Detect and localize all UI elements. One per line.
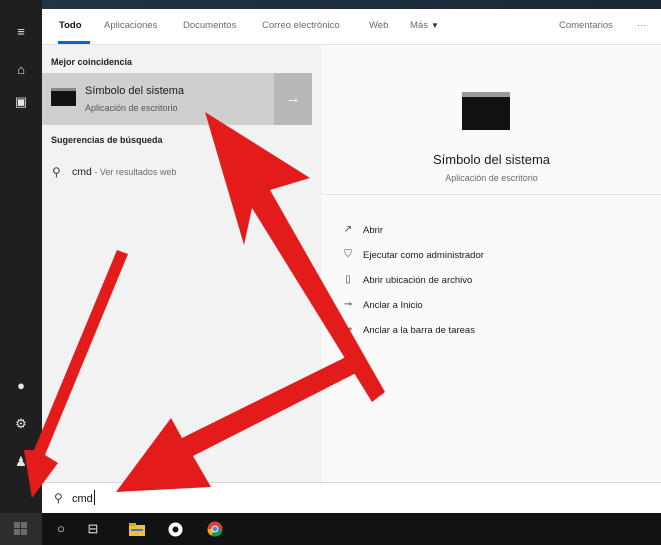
shield-run-icon: ⛉ [344, 249, 352, 260]
command-prompt-icon [51, 88, 76, 106]
app-icon-graphic [168, 522, 182, 537]
suggestion-suffix: - Ver resultados web [91, 167, 177, 177]
app-icon[interactable] [165, 513, 185, 545]
tab-documentos[interactable]: Documentos [183, 20, 236, 31]
file-explorer-icon[interactable] [126, 513, 148, 545]
suggestions-header: Sugerencias de búsqueda [51, 135, 163, 145]
tab-correo[interactable]: Correo electrónico [262, 20, 340, 31]
search-input[interactable] [72, 490, 272, 507]
action-pin-to-taskbar[interactable]: ⊸ Anclar a la barra de tareas [341, 324, 641, 340]
detail-header: Símbolo del sistema Aplicación de escrit… [322, 45, 661, 195]
suggestion-text: cmd - Ver resultados web [72, 166, 176, 178]
chevron-down-icon: ▼ [430, 21, 439, 30]
action-label: Ejecutar como administrador [363, 250, 484, 261]
feedback-link[interactable]: Comentarios [559, 20, 613, 31]
chevron-right-icon: › [290, 162, 295, 178]
search-icon: ⚲ [54, 491, 63, 505]
detail-subtitle: Aplicación de escritorio [445, 173, 538, 183]
action-pin-to-start[interactable]: ⊸ Anclar a Inicio [341, 299, 641, 315]
best-match-header: Mejor coincidencia [51, 57, 133, 67]
tab-mas-label: Más [410, 20, 428, 31]
active-tab-indicator [58, 41, 90, 44]
action-label: Abrir [363, 225, 384, 236]
command-prompt-large-icon [462, 92, 510, 130]
hamburger-menu-icon[interactable]: ≡ [11, 22, 31, 42]
user-avatar[interactable]: ● [11, 376, 31, 396]
home-icon[interactable]: ⌂ [11, 60, 31, 80]
tab-todo[interactable]: Todo [59, 20, 82, 31]
open-icon: ↗ [343, 224, 353, 235]
action-open-file-location[interactable]: ▯ Abrir ubicación de archivo [341, 274, 641, 290]
tab-web[interactable]: Web [369, 20, 388, 31]
search-filter-tabs: Todo Aplicaciones Documentos Correo elec… [42, 9, 661, 45]
best-match-item[interactable]: Símbolo del sistema Aplicación de escrit… [42, 73, 312, 125]
suggestion-query: cmd [72, 166, 92, 178]
best-match-subtitle: Aplicación de escritorio [85, 103, 178, 113]
cortana-circle-icon[interactable]: ○ [52, 513, 70, 545]
chrome-icon[interactable] [205, 513, 225, 545]
taskbar-pin-icon: ⊸ [343, 324, 353, 335]
text-cursor [94, 490, 95, 505]
web-suggestion-item[interactable]: ⚲ cmd - Ver resultados web › [42, 154, 312, 188]
search-icon: ⚲ [52, 165, 61, 179]
windows-logo-icon [14, 522, 27, 535]
start-left-rail: ≡ ⌂ ▣ ● ⚙ ♟ [0, 0, 42, 513]
detail-pane: Símbolo del sistema Aplicación de escrit… [322, 45, 661, 482]
file-explorer-icon-graphic [129, 523, 145, 536]
tab-mas[interactable]: Más ▼ [410, 20, 439, 31]
tab-aplicaciones[interactable]: Aplicaciones [104, 20, 157, 31]
action-label: Anclar a Inicio [363, 300, 423, 311]
chrome-icon-graphic [207, 521, 223, 537]
start-button[interactable] [0, 513, 42, 545]
taskbar: ○ ⊟ [0, 513, 661, 545]
taskbar-search-box[interactable]: ⚲ [42, 482, 661, 513]
open-details-arrow-icon[interactable]: → [274, 73, 312, 125]
pin-icon: ⊸ [343, 299, 353, 310]
search-panel: Todo Aplicaciones Documentos Correo elec… [42, 9, 661, 482]
more-options-icon[interactable]: ··· [637, 20, 647, 31]
settings-gear-icon[interactable]: ⚙ [11, 414, 31, 434]
action-label: Anclar a la barra de tareas [363, 325, 475, 336]
detail-title: Símbolo del sistema [432, 152, 551, 167]
task-view-icon[interactable]: ⊟ [84, 513, 102, 545]
account-icon[interactable]: ♟ [11, 452, 31, 472]
results-list: Mejor coincidencia Símbolo del sistema A… [42, 45, 312, 482]
action-label: Abrir ubicación de archivo [363, 275, 473, 286]
desktop-screen: ≡ ⌂ ▣ ● ⚙ ♟ Todo Aplicaciones Documentos… [0, 0, 661, 545]
action-abrir[interactable]: ↗ Abrir [341, 224, 641, 240]
file-location-icon: ▯ [345, 274, 351, 285]
contact-card-icon[interactable]: ▣ [11, 92, 31, 112]
action-run-as-admin[interactable]: ⛉ Ejecutar como administrador [341, 249, 641, 265]
best-match-title: Símbolo del sistema [85, 85, 185, 97]
